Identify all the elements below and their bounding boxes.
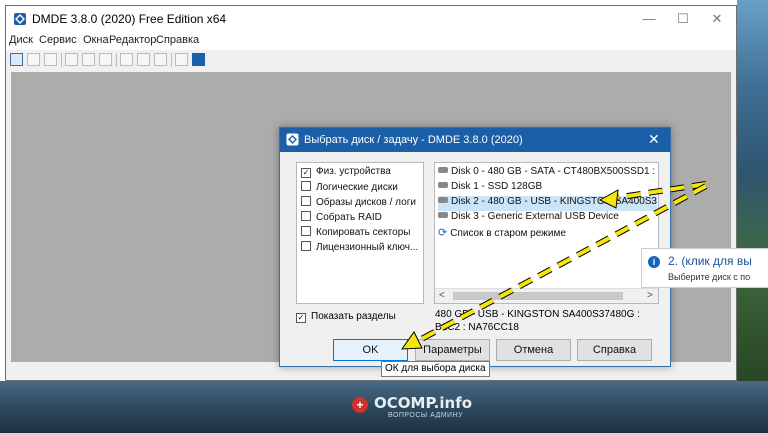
- option-label: Образы дисков / логи: [316, 197, 416, 208]
- select-disk-dialog: Выбрать диск / задачу - DMDE 3.8.0 (2020…: [279, 127, 671, 367]
- checkbox-checked-icon[interactable]: ✓: [301, 168, 311, 178]
- cancel-button[interactable]: Отмена: [496, 339, 571, 361]
- hard-drive-icon: [438, 212, 448, 218]
- dmde-logo-icon[interactable]: [192, 53, 205, 66]
- table-icon[interactable]: [154, 53, 167, 66]
- option-label: Копировать секторы: [316, 227, 411, 238]
- option-physical-devices[interactable]: ✓ Физ. устройства: [301, 166, 391, 181]
- callout-headline: 2. (клик для вы: [668, 254, 752, 268]
- disk-item[interactable]: Disk 1 - SSD 128GB: [438, 181, 657, 196]
- watermark-tagline: ВОПРОСЫ АДМИНУ: [388, 412, 464, 419]
- option-label: Собрать RAID: [316, 212, 382, 223]
- option-disk-images[interactable]: Образы дисков / логи: [301, 196, 416, 211]
- parameters-button[interactable]: Параметры: [415, 339, 490, 361]
- menu-help[interactable]: Справка: [156, 34, 199, 46]
- hex-icon[interactable]: [65, 53, 78, 66]
- dmde-dialog-icon: [286, 133, 299, 146]
- option-license-key[interactable]: Лицензионный ключ...: [301, 241, 418, 256]
- horizontal-scrollbar[interactable]: < >: [435, 288, 658, 303]
- grid-icon[interactable]: [137, 53, 150, 66]
- menu-service[interactable]: Сервис: [39, 34, 77, 46]
- menu-bar: Диск Сервис Окна Редактор Справка: [6, 32, 736, 50]
- scrollbar-thumb[interactable]: [453, 292, 623, 300]
- disk-info-line-1: 480 GB - USB - KINGSTON SA400S37480G :: [435, 309, 640, 320]
- option-build-raid[interactable]: Собрать RAID: [301, 211, 382, 226]
- disk-item-selected[interactable]: Disk 2 - 480 GB - USB - KINGSTON SA400S3…: [438, 196, 657, 211]
- checkbox-icon[interactable]: [301, 211, 311, 221]
- option-label: Логические диски: [316, 182, 398, 193]
- checkbox-icon[interactable]: [301, 241, 311, 251]
- task-options-panel: ✓ Физ. устройства Логические диски Образы…: [296, 162, 424, 304]
- disk-label: Disk 1 - SSD 128GB: [451, 181, 543, 192]
- window-title: DMDE 3.8.0 (2020) Free Edition x64: [32, 12, 227, 26]
- image-icon[interactable]: [82, 53, 95, 66]
- toolbar-separator: [61, 53, 62, 67]
- dialog-title: Выбрать диск / задачу - DMDE 3.8.0 (2020…: [304, 134, 523, 146]
- hard-drive-icon: [438, 167, 448, 173]
- ok-tooltip: ОК для выбора диска: [381, 361, 490, 377]
- checkbox-icon[interactable]: [301, 196, 311, 206]
- menu-windows[interactable]: Окна: [83, 34, 109, 46]
- option-label: Лицензионный ключ...: [316, 242, 419, 253]
- title-bar: DMDE 3.8.0 (2020) Free Edition x64 — ☐ ✕: [6, 6, 736, 32]
- desktop-background: [737, 0, 768, 433]
- info-icon: i: [648, 256, 660, 268]
- play-icon[interactable]: [44, 53, 57, 66]
- hard-drive-icon: [438, 182, 448, 188]
- menu-disk[interactable]: Диск: [9, 34, 33, 46]
- dialog-close-button[interactable]: ✕: [648, 131, 660, 148]
- hard-drive-icon: [438, 197, 448, 203]
- checkbox-checked-icon[interactable]: ✓: [296, 313, 306, 323]
- medical-cross-icon: +: [352, 397, 368, 413]
- help-button[interactable]: Справка: [577, 339, 652, 361]
- close-button[interactable]: ✕: [700, 6, 734, 32]
- ocomp-watermark: + OCOMP.info ВОПРОСЫ АДМИНУ: [352, 393, 472, 427]
- option-logical-disks[interactable]: Логические диски: [301, 181, 398, 196]
- ok-button[interactable]: OK: [333, 339, 408, 361]
- maximize-button[interactable]: ☐: [666, 6, 700, 32]
- checkbox-icon[interactable]: [301, 226, 311, 236]
- scroll-left-button[interactable]: <: [439, 290, 445, 301]
- refresh-icon: ⟳: [438, 227, 448, 239]
- option-copy-sectors[interactable]: Копировать секторы: [301, 226, 410, 241]
- disk-item[interactable]: Disk 0 - 480 GB - SATA - CT480BX500SSD1 …: [438, 166, 657, 181]
- option-label: Физ. устройства: [316, 166, 391, 177]
- callout-subtext: Выберите диск с по: [668, 272, 751, 282]
- disk-list-panel: Disk 0 - 480 GB - SATA - CT480BX500SSD1 …: [434, 162, 659, 304]
- toolbar-separator: [171, 53, 172, 67]
- legacy-list-item[interactable]: ⟳ Список в старом режиме: [438, 226, 657, 241]
- disk-label: Disk 0 - 480 GB - SATA - CT480BX500SSD1 …: [451, 166, 657, 177]
- scroll-right-button[interactable]: >: [647, 290, 653, 301]
- disk-label: Disk 3 - Generic External USB Device: [451, 211, 619, 222]
- show-partitions-checkbox[interactable]: ✓ Показать разделы: [296, 311, 396, 323]
- watermark-name: OCOMP.info: [374, 394, 473, 412]
- checkbox-icon[interactable]: [301, 181, 311, 191]
- list-icon[interactable]: [27, 53, 40, 66]
- annotation-callout: i 2. (клик для вы Выберите диск с по: [641, 248, 768, 288]
- disk-item[interactable]: Disk 3 - Generic External USB Device: [438, 211, 657, 226]
- disk-info-line-2: B1C2 : NA76CC18: [435, 322, 519, 333]
- menu-editor[interactable]: Редактор: [109, 34, 156, 46]
- show-partitions-label: Показать разделы: [311, 311, 396, 322]
- document-icon[interactable]: [99, 53, 112, 66]
- toolbar-separator: [116, 53, 117, 67]
- minimize-button[interactable]: —: [632, 6, 666, 32]
- open-disk-icon[interactable]: [10, 53, 23, 66]
- dmde-app-icon: [14, 13, 26, 25]
- legacy-list-label: Список в старом режиме: [450, 228, 566, 239]
- panel-icon[interactable]: [120, 53, 133, 66]
- disk-label: Disk 2 - 480 GB - USB - KINGSTON SA400S3…: [451, 196, 657, 207]
- print-icon[interactable]: [175, 53, 188, 66]
- dialog-title-bar: Выбрать диск / задачу - DMDE 3.8.0 (2020…: [280, 128, 670, 152]
- toolbar: [6, 50, 736, 72]
